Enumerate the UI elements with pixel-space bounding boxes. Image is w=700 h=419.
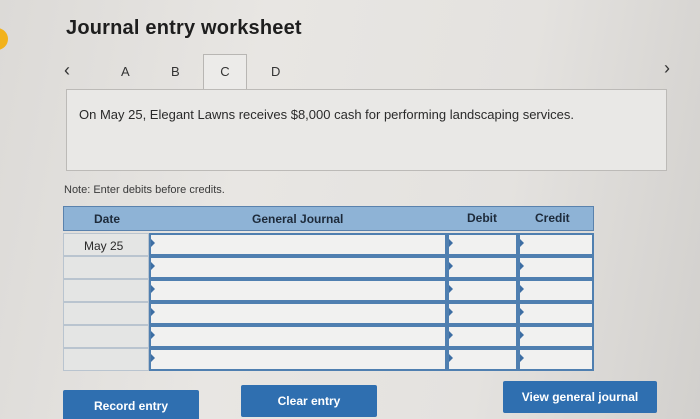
debit-input[interactable]: [447, 256, 518, 279]
header-credit: Credit: [535, 211, 570, 225]
tab-c[interactable]: C: [203, 54, 247, 90]
credit-input[interactable]: [518, 348, 594, 371]
journal-table: Date General Journal Debit Credit May 25: [63, 206, 594, 371]
debit-input[interactable]: [447, 325, 518, 348]
account-input[interactable]: [149, 233, 447, 256]
credit-input[interactable]: [518, 302, 594, 325]
table-row: [63, 279, 594, 302]
date-cell: [63, 325, 149, 348]
header-date: Date: [94, 212, 121, 226]
date-cell: [63, 302, 149, 325]
date-cell: [63, 279, 149, 302]
table-row: [63, 302, 594, 325]
table-row: [63, 348, 594, 371]
account-input[interactable]: [149, 302, 447, 325]
tab-bar: ‹ A B C D ›: [60, 54, 670, 90]
tab-a[interactable]: A: [121, 64, 130, 79]
account-input[interactable]: [149, 348, 447, 371]
debit-input[interactable]: [447, 302, 518, 325]
credit-input[interactable]: [518, 256, 594, 279]
question-text: On May 25, Elegant Lawns receives $8,000…: [79, 107, 574, 122]
table-row: [63, 325, 594, 348]
tab-d[interactable]: D: [271, 64, 280, 79]
debit-input[interactable]: [447, 279, 518, 302]
orange-indicator-dot: [0, 28, 8, 50]
credit-input[interactable]: [518, 233, 594, 256]
table-row: [63, 256, 594, 279]
credit-input[interactable]: [518, 325, 594, 348]
header-general-journal: General Journal: [252, 212, 344, 226]
header-debit: Debit: [467, 211, 497, 225]
date-cell: [63, 256, 149, 279]
table-row: May 25: [63, 233, 594, 256]
chevron-left-icon[interactable]: ‹: [64, 60, 70, 81]
tab-b[interactable]: B: [171, 64, 180, 79]
journal-table-header: Date General Journal Debit Credit: [63, 206, 594, 231]
chevron-right-icon[interactable]: ›: [664, 58, 670, 79]
account-input[interactable]: [149, 279, 447, 302]
question-panel: On May 25, Elegant Lawns receives $8,000…: [66, 89, 667, 171]
debit-input[interactable]: [447, 348, 518, 371]
clear-entry-button[interactable]: Clear entry: [241, 385, 377, 417]
account-input[interactable]: [149, 256, 447, 279]
page-title: Journal entry worksheet: [66, 17, 302, 39]
date-cell: May 25: [63, 233, 149, 256]
record-entry-button[interactable]: Record entry: [63, 390, 199, 419]
note-text: Note: Enter debits before credits.: [64, 184, 225, 196]
date-cell: [63, 348, 149, 371]
credit-input[interactable]: [518, 279, 594, 302]
view-general-journal-button[interactable]: View general journal: [503, 381, 657, 413]
debit-input[interactable]: [447, 233, 518, 256]
account-input[interactable]: [149, 325, 447, 348]
screen: Journal entry worksheet ‹ A B C D › On M…: [0, 0, 700, 419]
